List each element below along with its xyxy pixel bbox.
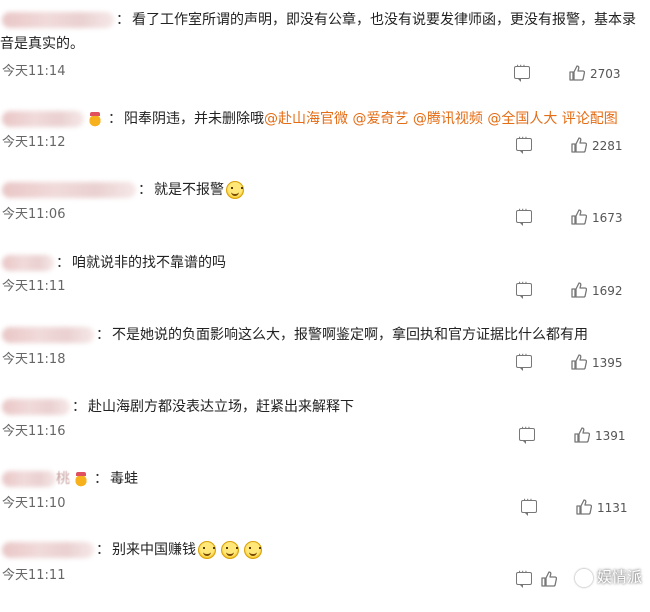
comment-icon[interactable]	[516, 567, 532, 588]
watermark-logo-icon	[574, 568, 593, 587]
thumbs-up-icon[interactable]	[571, 354, 587, 370]
username-blurred[interactable]	[2, 327, 94, 343]
watermark-text: 娱情派	[596, 568, 642, 586]
thumbs-up-icon[interactable]	[571, 209, 587, 225]
comment-icon[interactable]	[519, 423, 535, 444]
thumbs-up-icon[interactable]	[574, 427, 590, 443]
thumbs-up-icon[interactable]	[571, 137, 587, 153]
comment-time: 今天11:16	[2, 424, 66, 439]
comment-icon[interactable]	[516, 205, 532, 226]
comment-item: ：阳奉阴违，并未删除哦@赴山海官微 @爱奇艺 @腾讯视频 @全国人大 评论配图 …	[0, 109, 650, 181]
comment-item: 桃：毒蛙 今天11:10 1131	[0, 469, 650, 541]
comment-text: 阳奉阴违，并未删除哦	[124, 111, 264, 127]
like-count: 1395	[592, 356, 623, 370]
comment-text: 毒蛙	[110, 471, 138, 487]
comment-time: 今天11:10	[2, 496, 66, 511]
comment-item: ：就是不报警 今天11:06 1673	[0, 180, 650, 252]
like-count: 1673	[592, 211, 623, 225]
comment-text-continued: 音是真实的。	[0, 36, 84, 52]
comment-item: ：看了工作室所谓的声明，即没有公章，也没有说要发律师函，更没有报警，基本录 音是…	[0, 10, 650, 82]
comment-time: 今天11:11	[2, 279, 66, 294]
username-blurred[interactable]	[2, 12, 114, 28]
comment-item: ：别来中国赚钱 今天11:11	[0, 540, 650, 612]
username-blurred[interactable]	[2, 111, 84, 127]
smile-emoji-icon	[244, 541, 262, 559]
comment-icon[interactable]	[516, 278, 532, 299]
comment-item: ：不是她说的负面影响这么大，报警啊鉴定啊，拿回执和官方证据比什么都有用 今天11…	[0, 325, 650, 397]
username-blurred[interactable]	[2, 471, 56, 487]
comment-time: 今天11:06	[2, 207, 66, 222]
thumbs-up-icon[interactable]	[576, 499, 592, 515]
smile-emoji-icon	[221, 541, 239, 559]
smile-emoji-icon	[226, 181, 244, 199]
like-count: 1131	[597, 501, 628, 515]
username-blurred[interactable]	[2, 182, 136, 198]
like-count: 2703	[590, 67, 621, 81]
username-blurred[interactable]	[2, 255, 54, 271]
like-count: 1391	[595, 429, 626, 443]
watermark: 娱情派	[574, 566, 642, 587]
comment-icon[interactable]	[521, 495, 537, 516]
comment-icon[interactable]	[516, 133, 532, 154]
comment-icon[interactable]	[516, 350, 532, 371]
comment-text: 别来中国赚钱	[112, 542, 196, 558]
smile-emoji-icon	[198, 541, 216, 559]
username-tail[interactable]: 桃	[56, 471, 70, 487]
comment-icon[interactable]	[514, 61, 530, 82]
comment-text: 咱就说非的找不靠谱的吗	[72, 255, 226, 271]
comment-text: 不是她说的负面影响这么大，报警啊鉴定啊，拿回执和官方证据比什么都有用	[112, 327, 588, 343]
username-blurred[interactable]	[2, 399, 70, 415]
thumbs-up-icon[interactable]	[569, 65, 585, 81]
comment-text: 赴山海剧方都没表达立场，赶紧出来解释下	[88, 399, 354, 415]
thumbs-up-icon[interactable]	[571, 282, 587, 298]
comment-item: ：咱就说非的找不靠谱的吗 今天11:11 1692	[0, 253, 650, 325]
comment-text: 看了工作室所谓的声明，即没有公章，也没有说要发律师函，更没有报警，基本录	[132, 12, 636, 28]
crown-badge-icon	[73, 471, 89, 487]
like-count: 2281	[592, 139, 623, 153]
like-count: 1692	[592, 284, 623, 298]
thumbs-up-icon[interactable]	[541, 571, 557, 587]
comment-text: 就是不报警	[154, 182, 224, 198]
comment-time: 今天11:11	[2, 568, 66, 583]
crown-badge-icon	[87, 111, 103, 127]
username-blurred[interactable]	[2, 542, 94, 558]
comment-time: 今天11:18	[2, 352, 66, 367]
comment-time: 今天11:14	[2, 64, 66, 79]
comment-item: ：赴山海剧方都没表达立场，赶紧出来解释下 今天11:16 1391	[0, 397, 650, 469]
comment-mentions[interactable]: @赴山海官微 @爱奇艺 @腾讯视频 @全国人大 评论配图	[264, 111, 618, 127]
comment-time: 今天11:12	[2, 135, 66, 150]
